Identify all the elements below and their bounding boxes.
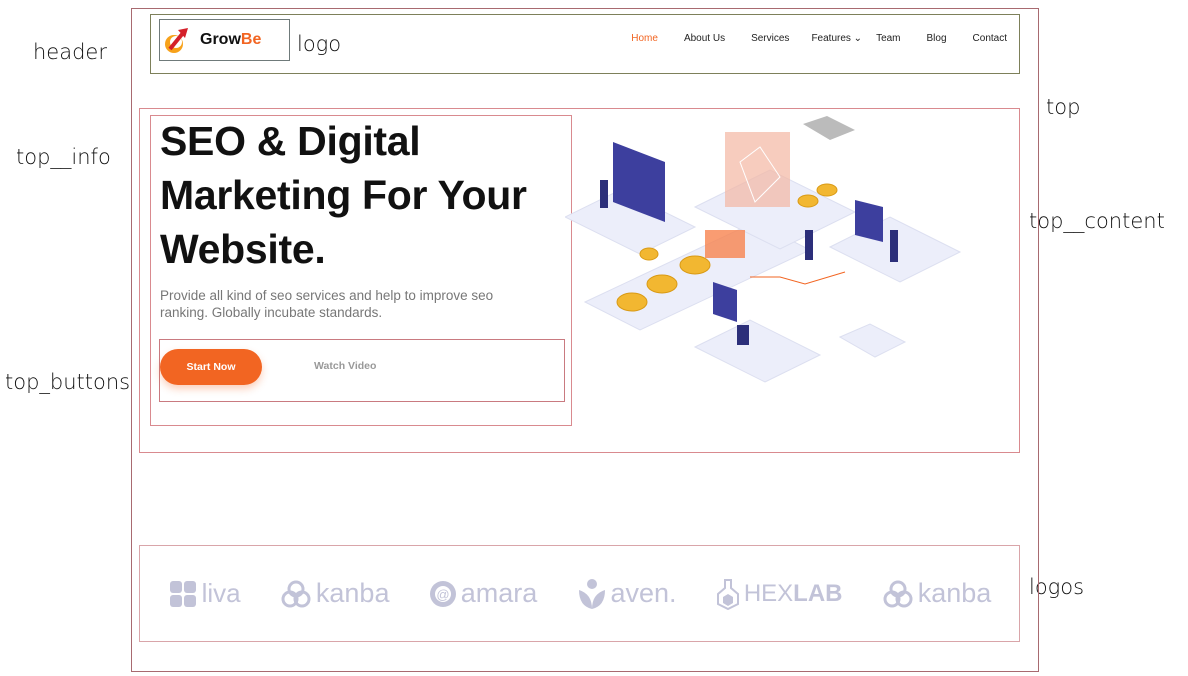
- nav-blog[interactable]: Blog: [927, 33, 947, 44]
- nav-contact[interactable]: Contact: [973, 33, 1007, 44]
- nav-features[interactable]: Features ⌄: [811, 33, 862, 44]
- nav-about[interactable]: About Us: [684, 33, 725, 44]
- annotation-top-buttons: top_buttons: [5, 370, 131, 394]
- kanba-logo-icon: [281, 580, 311, 607]
- partner-logo-kanba-2: kanba: [882, 578, 991, 609]
- growth-arrow-icon: [165, 28, 188, 53]
- annotation-top-info: top__info: [16, 145, 111, 169]
- annotation-header: header: [33, 40, 107, 64]
- annotation-top-content: top__content: [1029, 209, 1165, 233]
- nav-team[interactable]: Team: [876, 33, 900, 44]
- hero-title: SEO & Digital Marketing For Your Website…: [160, 118, 527, 272]
- amara-logo-icon: @: [429, 580, 456, 607]
- hexlab-flask-icon: [716, 578, 739, 610]
- aven-logo-icon: [578, 578, 605, 609]
- partner-logo-kanba: kanba: [280, 578, 389, 609]
- svg-text:@: @: [436, 587, 449, 602]
- watch-video-link[interactable]: Watch Video: [314, 360, 376, 372]
- seo-illustration: [565, 116, 962, 383]
- partner-logo-aven: aven.: [577, 578, 677, 610]
- partner-logo-liva: liva: [168, 578, 241, 609]
- annotation-top: top: [1046, 95, 1081, 119]
- start-now-button[interactable]: Start Now: [160, 349, 262, 385]
- logo[interactable]: GrowBe: [159, 19, 290, 61]
- nav-services[interactable]: Services: [751, 33, 789, 44]
- kanba-logo-icon: [883, 580, 913, 607]
- liva-logo-icon: [169, 580, 196, 607]
- hero-description: Provide all kind of seo services and hel…: [160, 288, 494, 320]
- partner-logos: liva kanba @ amara aven. HEXLAB kanba: [139, 545, 1020, 642]
- nav-home[interactable]: Home: [631, 33, 658, 44]
- main-nav: Home About Us Services Features ⌄ Team B…: [605, 33, 1007, 44]
- partner-logo-hexlab: HEXLAB: [716, 578, 843, 610]
- partner-logo-amara: @ amara: [429, 578, 537, 609]
- brand-name: GrowBe: [200, 31, 262, 48]
